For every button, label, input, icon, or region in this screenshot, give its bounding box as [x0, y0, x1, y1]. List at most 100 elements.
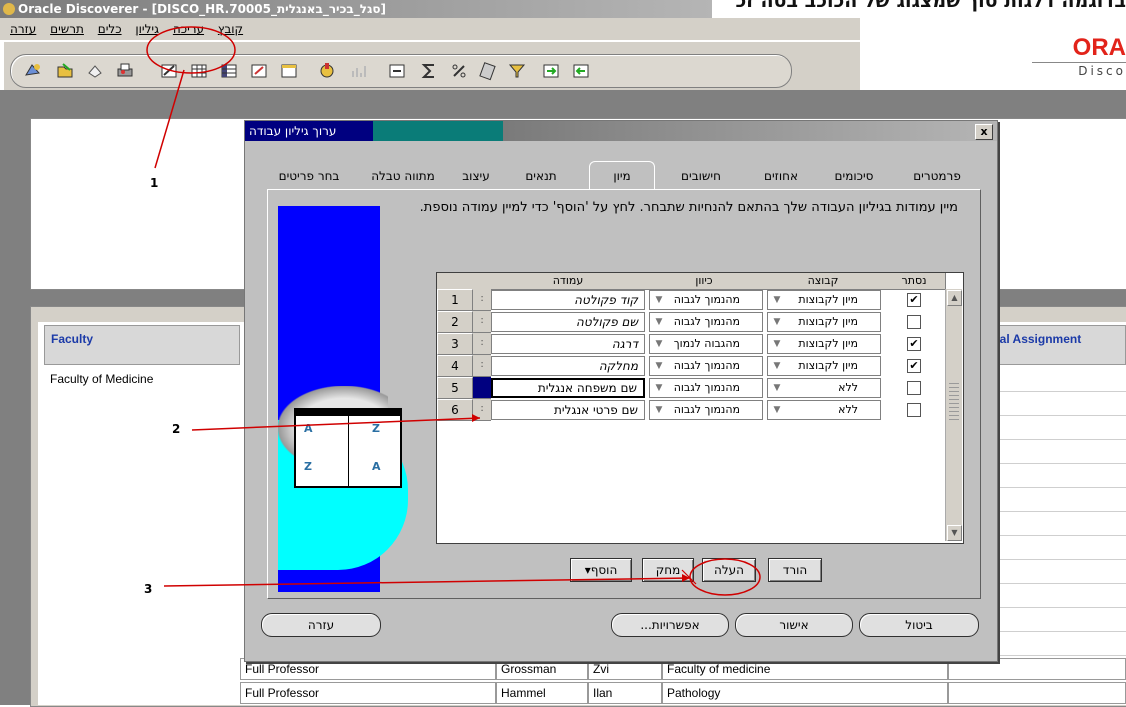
sort-column-cell[interactable]: שם פקולטה: [491, 312, 645, 332]
new-workbook-icon[interactable]: [23, 61, 43, 81]
row-number[interactable]: 4: [437, 355, 473, 377]
chevron-down-icon[interactable]: ▼: [652, 380, 666, 396]
sort-column-cell[interactable]: קוד פקולטה: [491, 290, 645, 310]
export-icon[interactable]: [541, 61, 561, 81]
hidden-checkbox[interactable]: ✔: [907, 359, 921, 373]
direction-dropdown[interactable]: מהנמוך לגבוה ▼: [649, 356, 763, 376]
chevron-down-icon[interactable]: ▼: [770, 292, 784, 308]
hidden-checkbox[interactable]: ✔: [907, 337, 921, 351]
grid-scrollbar[interactable]: ▲ ▼: [945, 289, 962, 541]
tab-format[interactable]: עיצוב: [451, 165, 501, 187]
menu-help[interactable]: עזרה: [10, 22, 36, 36]
tab-calculations[interactable]: חישובים: [663, 165, 739, 187]
menu-tools[interactable]: כלים: [98, 22, 122, 36]
faculty-column-header[interactable]: Faculty: [44, 325, 240, 365]
save-icon[interactable]: [85, 61, 105, 81]
sort-column-cell[interactable]: שם פרטי אנגלית: [491, 400, 645, 420]
direction-dropdown[interactable]: מהנמוך לגבוה ▼: [649, 312, 763, 332]
graph-icon[interactable]: [349, 61, 369, 81]
ok-button[interactable]: אישור: [735, 613, 853, 637]
scroll-up-icon[interactable]: ▲: [947, 290, 962, 306]
group-dropdown[interactable]: מיון לקבוצות ▼: [767, 334, 881, 354]
sort-row: 2 : שם פקולטה מהנמוך לגבוה ▼ מיון לקבוצות…: [437, 311, 961, 333]
print-icon[interactable]: [115, 61, 135, 81]
crosstab-icon[interactable]: [219, 61, 239, 81]
direction-dropdown[interactable]: מהנמוך לגבוה ▼: [649, 378, 763, 398]
direction-dropdown[interactable]: מהנמוך לגבוה ▼: [649, 290, 763, 310]
chevron-down-icon[interactable]: ▼: [770, 380, 784, 396]
tab-table-layout[interactable]: מתווה טבלה: [357, 165, 449, 187]
group-dropdown[interactable]: ללא ▼: [767, 378, 881, 398]
group-dropdown[interactable]: מיון לקבוצות ▼: [767, 356, 881, 376]
help-button[interactable]: עזרה: [261, 613, 381, 637]
row-selector[interactable]: :: [473, 399, 491, 421]
chevron-down-icon[interactable]: ▼: [770, 314, 784, 330]
chevron-down-icon[interactable]: ▼: [770, 402, 784, 418]
move-down-button[interactable]: הורד: [768, 558, 822, 582]
menu-edit[interactable]: עריכה: [173, 22, 204, 36]
sort-column-cell[interactable]: שם משפחה אנגלית: [491, 378, 645, 398]
scroll-down-icon[interactable]: ▼: [947, 525, 962, 541]
hidden-checkbox[interactable]: ✔: [907, 293, 921, 307]
row-selector[interactable]: :: [473, 355, 491, 377]
group-dropdown[interactable]: מיון לקבוצות ▼: [767, 312, 881, 332]
hidden-checkbox[interactable]: [907, 315, 921, 329]
format-icon[interactable]: [317, 61, 337, 81]
tab-select-items[interactable]: בחר פריטים: [263, 165, 355, 187]
chevron-down-icon[interactable]: ▼: [652, 292, 666, 308]
group-dropdown[interactable]: מיון לקבוצות ▼: [767, 290, 881, 310]
row-number[interactable]: 2: [437, 311, 473, 333]
chevron-down-icon[interactable]: ▼: [770, 336, 784, 352]
row-number[interactable]: 6: [437, 399, 473, 421]
row-number[interactable]: 5: [437, 377, 473, 399]
chevron-down-icon[interactable]: ▼: [652, 336, 666, 352]
direction-header: כיוון: [645, 273, 764, 290]
hidden-checkbox[interactable]: [907, 381, 921, 395]
menu-file[interactable]: קובץ: [218, 22, 243, 36]
row-selector[interactable]: :: [473, 289, 491, 311]
sort-illustration-letter: A: [304, 422, 313, 435]
direction-dropdown[interactable]: מהגבוה לנמוך ▼: [649, 334, 763, 354]
hidden-checkbox[interactable]: [907, 403, 921, 417]
sort-column-cell[interactable]: מחלקה: [491, 356, 645, 376]
drill-icon[interactable]: [387, 61, 407, 81]
tab-totals[interactable]: סיכומים: [817, 165, 891, 187]
import-icon[interactable]: [571, 61, 591, 81]
calculator-icon[interactable]: [477, 61, 497, 81]
chevron-down-icon[interactable]: ▼: [652, 402, 666, 418]
edit-layout-icon[interactable]: [249, 61, 269, 81]
close-icon[interactable]: x: [975, 124, 993, 140]
row-number[interactable]: 3: [437, 333, 473, 355]
percent-icon[interactable]: [449, 61, 469, 81]
move-up-button[interactable]: העלה: [702, 558, 756, 582]
page-items-icon[interactable]: [279, 61, 299, 81]
row-selector[interactable]: :: [473, 333, 491, 355]
open-workbook-icon[interactable]: [55, 61, 75, 81]
sort-column-cell[interactable]: דרגה: [491, 334, 645, 354]
options-button[interactable]: אפשרויות...: [611, 613, 729, 637]
row-selector[interactable]: [473, 377, 491, 399]
tab-conditions[interactable]: תנאים: [509, 165, 573, 187]
first-name-cell: Ilan: [588, 682, 662, 704]
tab-sort[interactable]: מיון: [589, 161, 655, 190]
chevron-down-icon[interactable]: ▼: [652, 358, 666, 374]
row-selector[interactable]: :: [473, 311, 491, 333]
table-icon[interactable]: [189, 61, 209, 81]
edit-sheet-icon[interactable]: [159, 61, 179, 81]
sum-icon[interactable]: [419, 61, 439, 81]
chevron-down-icon[interactable]: ▼: [770, 358, 784, 374]
tab-parameters[interactable]: פרמטרים: [899, 165, 975, 187]
chevron-down-icon[interactable]: ▼: [652, 314, 666, 330]
scroll-thumb[interactable]: [949, 383, 959, 423]
direction-dropdown[interactable]: מהנמוך לגבוה ▼: [649, 400, 763, 420]
cancel-button[interactable]: ביטול: [859, 613, 979, 637]
menu-graph[interactable]: תרשים: [50, 22, 84, 36]
row-number[interactable]: 1: [437, 289, 473, 311]
tab-percentages[interactable]: אחוזים: [739, 165, 823, 187]
rank-cell: Full Professor: [240, 682, 496, 704]
group-dropdown[interactable]: ללא ▼: [767, 400, 881, 420]
add-button[interactable]: הוסף▾: [570, 558, 632, 582]
filter-icon[interactable]: [507, 61, 527, 81]
menu-sheet[interactable]: גיליון: [135, 22, 159, 36]
delete-button[interactable]: מחק: [642, 558, 694, 582]
